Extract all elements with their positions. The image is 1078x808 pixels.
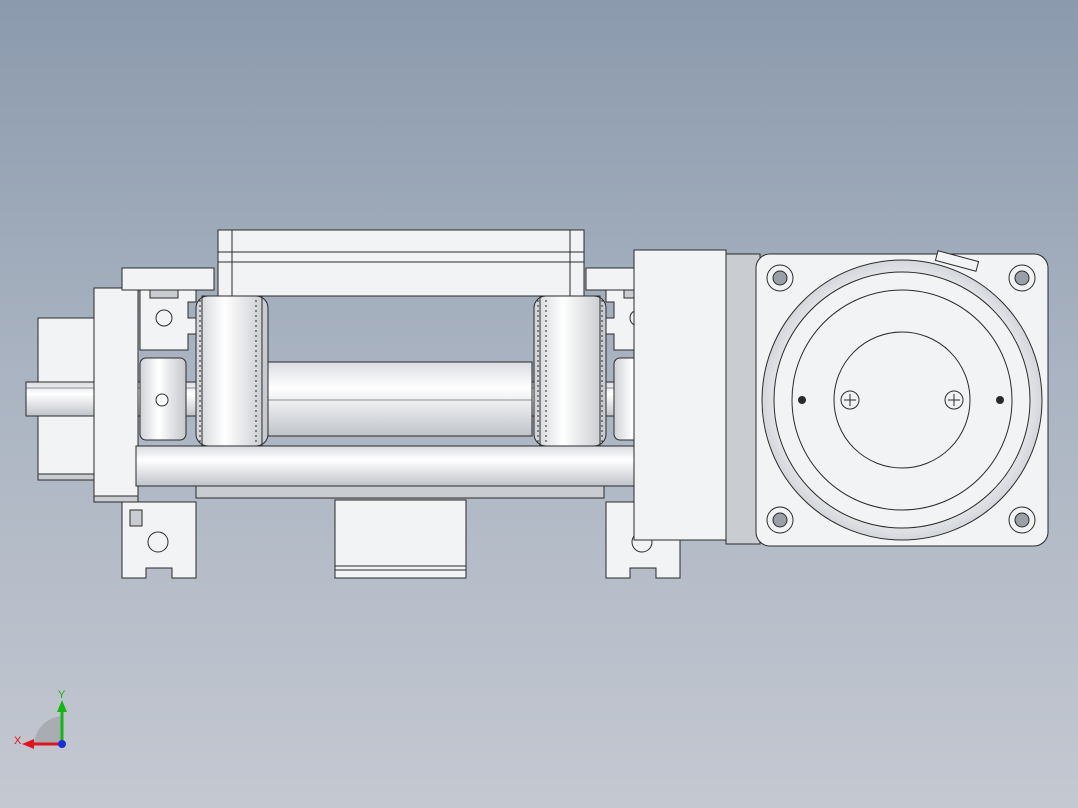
cover-screw [840, 390, 860, 410]
center-roller [267, 361, 533, 437]
marker-dot [996, 396, 1004, 404]
cad-model-drawing: Y X [14, 229, 1049, 749]
bottom-mounting-block [334, 499, 467, 579]
y-axis-label: Y [58, 689, 66, 701]
x-axis-label: X [14, 735, 22, 747]
cad-viewport[interactable]: Y X [0, 0, 1078, 808]
motor-mounting-screw [766, 506, 794, 534]
lower-guide-rod [135, 445, 665, 499]
motor-mounting-screw [1008, 264, 1036, 292]
coordinate-triad: Y X [14, 689, 67, 749]
right-pulley [533, 295, 607, 447]
marker-dot [798, 396, 806, 404]
left-shaft-collar [139, 357, 187, 441]
motor-mounting-screw [1008, 506, 1036, 534]
motor-mounting-screw [766, 264, 794, 292]
z-axis-dot [58, 740, 66, 748]
motor-adapter [633, 249, 761, 545]
aluminum-profile-bottom-left [121, 501, 197, 579]
left-side-plate [93, 287, 139, 503]
left-pulley [195, 295, 269, 447]
cover-screw [944, 390, 964, 410]
top-mounting-block [217, 229, 585, 297]
